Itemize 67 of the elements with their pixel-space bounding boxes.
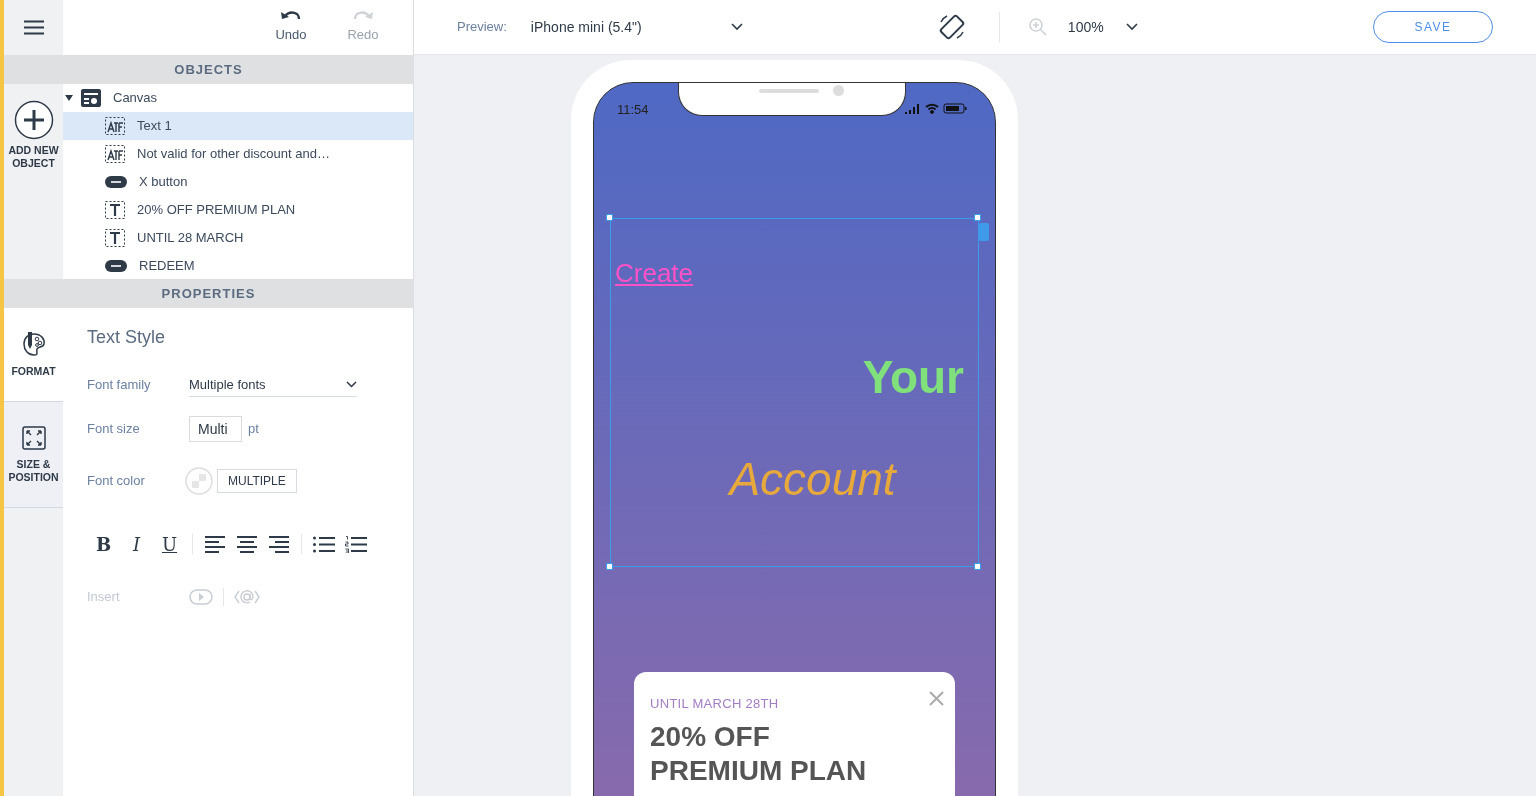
tree-item[interactable]: X button xyxy=(63,168,413,196)
align-center-icon[interactable] xyxy=(237,535,257,553)
tree-item[interactable]: Not valid for other discount and… xyxy=(63,140,413,168)
underline-button[interactable]: U xyxy=(153,530,186,558)
bold-button[interactable]: B xyxy=(87,530,120,558)
rich-text-icon xyxy=(105,117,125,135)
status-icons-drawing xyxy=(904,102,970,114)
field-label: Font size xyxy=(87,420,141,439)
align-left-icon[interactable] xyxy=(205,535,225,553)
drag-handle[interactable] xyxy=(979,223,989,241)
unit-label: pt xyxy=(248,420,259,439)
resize-handle[interactable] xyxy=(974,563,981,570)
menu-icon[interactable] xyxy=(23,20,44,35)
color-swatch-icon[interactable] xyxy=(185,467,213,495)
video-icon[interactable] xyxy=(189,589,213,605)
speaker-grille xyxy=(759,89,819,93)
text-icon xyxy=(105,201,125,219)
zoom-icon[interactable] xyxy=(1027,17,1048,37)
undo-button[interactable]: Undo xyxy=(257,0,325,55)
field-label: Font family xyxy=(87,376,152,395)
close-icon[interactable] xyxy=(929,691,944,706)
plus-circle-icon xyxy=(13,100,54,140)
section-header: PROPERTIES xyxy=(4,279,413,308)
button-icon xyxy=(105,260,127,272)
numbered-list-icon[interactable] xyxy=(345,535,367,553)
zoom-dropdown[interactable]: 100% xyxy=(1067,16,1138,38)
device-dropdown[interactable]: iPhone mini (5.4") xyxy=(530,16,743,38)
canvas-text: Account xyxy=(729,454,896,505)
side-tab[interactable]: FORMAT xyxy=(4,308,63,402)
chevron-down-icon xyxy=(346,381,357,388)
font-size-input[interactable]: Multi xyxy=(189,416,242,442)
resize-handle[interactable] xyxy=(606,563,613,570)
resize-handle[interactable] xyxy=(606,214,613,221)
font-family-dropdown[interactable]: Multiple fonts xyxy=(189,372,357,398)
resize-icon xyxy=(21,425,46,450)
italic-button[interactable]: I xyxy=(120,530,153,558)
undo-arrow-icon xyxy=(280,8,302,21)
bullet-list-icon[interactable] xyxy=(313,535,335,553)
canvas-icon xyxy=(81,89,101,107)
at-sign-icon[interactable] xyxy=(234,588,260,606)
button-icon xyxy=(105,176,127,188)
camera-dot xyxy=(833,85,844,96)
palette-icon xyxy=(21,331,46,358)
rich-text-icon xyxy=(105,145,125,163)
resize-handle[interactable] xyxy=(974,214,981,221)
font-color-button[interactable]: MULTIPLE xyxy=(217,469,297,493)
offer-date: UNTIL MARCH 28TH xyxy=(650,695,780,713)
preview-label: Preview: xyxy=(457,18,507,37)
tree-item[interactable]: UNTIL 28 MARCH xyxy=(63,224,413,252)
field-label: Insert xyxy=(87,588,121,607)
offer-headline: 20% OFF xyxy=(650,719,771,754)
canvas-text: Create xyxy=(615,259,694,288)
chevron-down-icon xyxy=(730,23,743,31)
text-icon xyxy=(105,229,125,247)
tree-item[interactable]: Text 1 xyxy=(63,112,413,140)
redo-arrow-icon xyxy=(352,8,374,21)
section-title: Text Style xyxy=(87,326,167,349)
tree-item[interactable]: 20% OFF PREMIUM PLAN xyxy=(63,196,413,224)
field-label: Font color xyxy=(87,472,146,491)
chevron-down-icon xyxy=(1125,23,1138,31)
tree-item[interactable]: Canvas xyxy=(63,84,413,112)
offer-headline: PREMIUM PLAN xyxy=(650,753,868,788)
status-time: 11:54 xyxy=(617,101,649,119)
rotate-device-icon[interactable] xyxy=(937,13,966,41)
section-header: OBJECTS xyxy=(4,55,413,84)
align-right-icon[interactable] xyxy=(269,535,289,553)
canvas-text: Your xyxy=(862,351,964,403)
